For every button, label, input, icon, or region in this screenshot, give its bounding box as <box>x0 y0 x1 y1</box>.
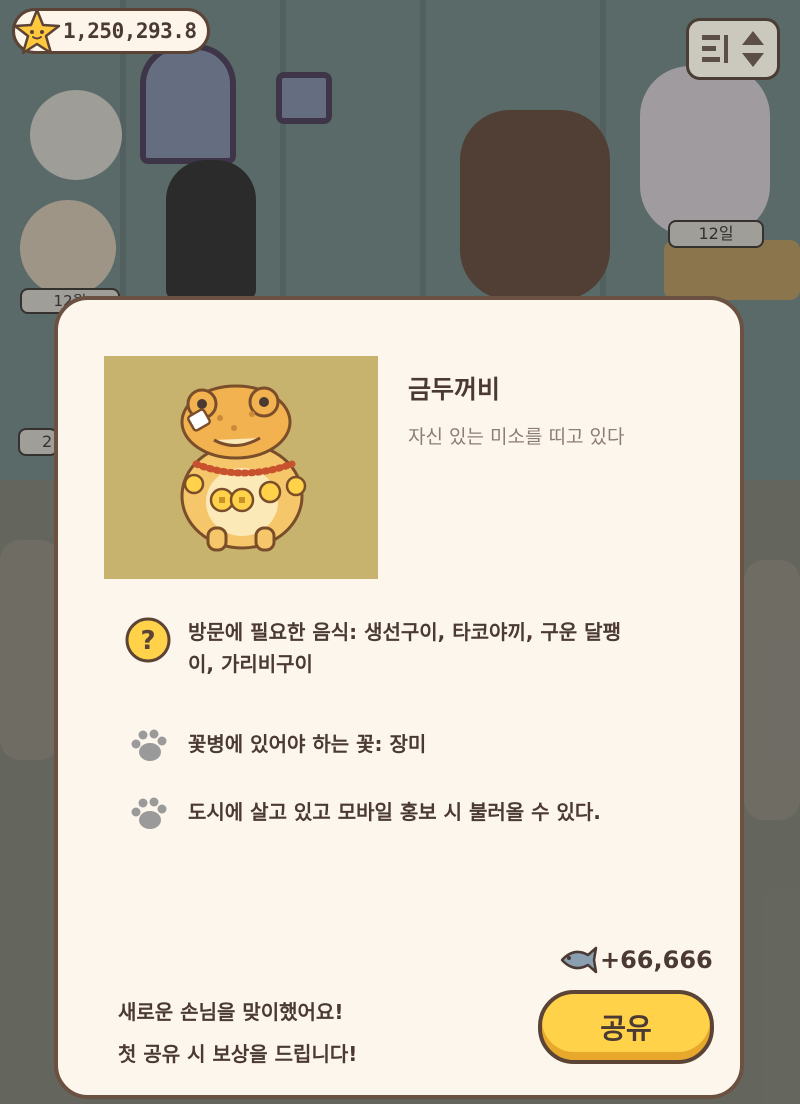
message-line: 첫 공유 시 보상을 드립니다! <box>118 1042 358 1066</box>
share-reward: +66,666 <box>558 945 713 975</box>
info-text: 도시에 살고 있고 모바일 홍보 시 불러올 수 있다. <box>188 800 601 824</box>
info-row-food: ? 방문에 필요한 음식: 생선구이, 타코야끼, 구운 달팽 이, 가리비구이 <box>124 616 621 680</box>
currency-amount: 1,250,293.8 <box>63 19 197 43</box>
message-line: 새로운 손님을 맞이했어요! <box>118 1000 344 1024</box>
guest-description: 자신 있는 미소를 띠고 있다 <box>408 426 625 448</box>
list-icon <box>702 35 728 63</box>
info-text: 꽃병에 있어야 하는 꽃: 장미 <box>188 732 427 756</box>
question-icon: ? <box>125 617 171 663</box>
currency-counter: 1,250,293.8 <box>12 8 210 55</box>
info-text-line: 방문에 필요한 음식: 생선구이, 타코야끼, 구운 달팽 <box>188 620 621 644</box>
info-row-flower: 꽃병에 있어야 하는 꽃: 장미 <box>124 728 426 764</box>
share-button[interactable]: 공유 <box>538 990 714 1064</box>
fish-icon <box>560 946 598 974</box>
golden-toad-image <box>180 384 307 552</box>
sort-arrows-icon <box>742 31 764 67</box>
svg-text:?: ? <box>140 626 155 656</box>
guest-portrait <box>104 356 378 579</box>
info-text: 방문에 필요한 음식: 생선구이, 타코야끼, 구운 달팽 이, 가리비구이 <box>188 616 621 680</box>
guest-name: 금두꺼비 <box>408 375 501 404</box>
paw-icon <box>131 729 167 761</box>
paw-icon <box>131 797 167 829</box>
info-row-location: 도시에 살고 있고 모바일 홍보 시 불러올 수 있다. <box>124 796 601 832</box>
guest-info-dialog: 금두꺼비 자신 있는 미소를 띠고 있다 ? 방문에 필요한 음식: 생선구이,… <box>54 296 744 1099</box>
star-icon <box>13 8 61 55</box>
info-text-line: 이, 가리비구이 <box>188 652 313 676</box>
reward-amount: +66,666 <box>600 946 713 974</box>
sort-button[interactable] <box>686 18 780 80</box>
